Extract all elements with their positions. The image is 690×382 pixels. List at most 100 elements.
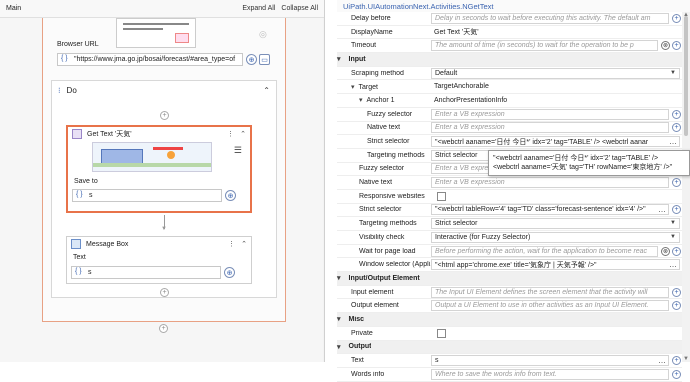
collapse-category-icon[interactable]: ▾ [337,55,341,63]
text-field[interactable]: { } s [71,266,221,279]
plus-menu-icon[interactable]: + [672,41,681,51]
url-browse-button[interactable]: ▭ [259,54,270,65]
category-input[interactable]: ▾ Input [337,53,682,67]
get-text-title: Get Text '天気' [87,131,132,138]
property-name: Responsive websites [359,192,425,200]
property-value-text: AnchorPresentationInfo [434,96,508,104]
property-value-text: Interactive (for Fuzzy Selector) [435,233,531,241]
designer-canvas[interactable]: ◎ Browser URL { } "https://www.jma.go.jp… [0,18,323,362]
save-to-plus-button[interactable]: ⊕ [225,190,236,201]
plus-menu-icon[interactable]: + [672,205,681,215]
property-row-displayname: DisplayName Get Text '天気' [337,26,682,40]
text-plus-button[interactable]: ⊕ [224,267,235,278]
property-value[interactable]: Where to save the words info from text. [431,368,669,380]
collapse-chevron-icon[interactable]: ⌃ [263,86,270,95]
property-value[interactable]: The Input UI Element defines the screen … [431,286,669,298]
plus-menu-icon[interactable]: + [672,123,681,133]
plus-menu-icon[interactable]: + [672,287,681,297]
property-value[interactable] [431,191,680,202]
more-options-icon[interactable]: ⋮ [227,130,234,138]
ellipsis-button[interactable]: … [658,356,666,365]
target-screenshot[interactable] [92,142,212,172]
category-output[interactable]: ▾ Output [337,340,682,355]
property-value[interactable]: Default ▼ [431,67,680,79]
dropdown-arrow-icon[interactable]: ▼ [670,234,676,240]
property-row-input-element: Input element The Input UI Element define… [337,286,682,300]
properties-scrollbar[interactable]: ▲ ▼ [682,12,690,362]
ellipsis-button[interactable]: … [669,137,677,146]
property-value[interactable]: Get Text '天気' [431,27,680,38]
property-value-text: "<webctrl tableRow='4' tag='TD' class='f… [435,206,646,214]
property-value[interactable]: Delay in seconds to wait before executin… [431,12,669,24]
collapse-category-icon[interactable]: ▾ [337,343,341,351]
property-row-responsive-websites: Responsive websites [337,190,682,204]
add-activity-button[interactable]: + [160,111,169,120]
expand-chevron-icon[interactable]: ▾ [351,84,355,91]
expand-chevron-icon[interactable]: ▾ [359,97,363,104]
property-value[interactable]: s… [431,355,669,367]
property-row-strict-selector: Strict selector "<webctrl aaname='日付 今日*'… [337,135,682,149]
property-row-scraping-method: Scraping method Default ▼ [337,67,682,81]
plus-menu-icon[interactable]: + [672,301,681,311]
more-options-icon[interactable]: ⋮ [228,240,235,248]
checkbox[interactable] [437,328,446,338]
dropdown-arrow-icon[interactable]: ▼ [670,220,676,226]
checkbox[interactable] [437,191,446,201]
property-value[interactable]: Strict selector ▼ [431,218,680,230]
scroll-down-icon[interactable]: ▼ [683,356,689,362]
url-plus-button[interactable]: ⊕ [246,54,257,65]
property-value[interactable]: AnchorPresentationInfo [431,95,680,106]
clear-value-icon[interactable]: ⊗ [661,41,670,51]
plus-menu-icon[interactable]: + [672,356,681,366]
message-box-title: Message Box [86,240,129,248]
plus-menu-icon[interactable]: + [672,109,681,119]
add-activity-button[interactable]: + [160,288,169,297]
category-misc[interactable]: ▾ Misc [337,313,682,327]
property-name: Timeout [351,42,377,50]
add-activity-button[interactable]: + [159,324,168,333]
save-to-field[interactable]: { } s [72,189,222,202]
collapse-category-icon[interactable]: ▾ [337,315,341,323]
message-box-activity[interactable]: Message Box ⋮ ⌃ Text { } s ⊕ [66,236,252,284]
property-value[interactable]: Enter a VB expression [431,122,669,134]
hamburger-menu-icon[interactable]: ☰ [234,145,242,156]
property-value[interactable]: Interactive (for Fuzzy Selector) ▼ [431,231,680,243]
property-value-text: Strict selector [435,220,478,228]
collapse-chevron-icon[interactable]: ⌃ [241,240,247,248]
dropdown-arrow-icon[interactable]: ▼ [670,70,676,76]
property-value[interactable]: Enter a VB expression [431,108,669,120]
plus-menu-icon[interactable]: + [672,13,681,23]
property-value[interactable]: Enter a VB expression [431,177,669,189]
collapse-category-icon[interactable]: ▾ [337,274,341,282]
open-browser-scope[interactable]: ◎ Browser URL { } "https://www.jma.go.jp… [42,18,286,322]
category-label: Input/Output Element [348,274,420,282]
property-value[interactable] [431,328,680,339]
collapse-all-link[interactable]: Collapse All [281,5,318,12]
plus-menu-icon[interactable]: + [672,246,681,256]
category-input-output-element[interactable]: ▾ Input/Output Element [337,272,682,286]
property-value[interactable]: "<html app='chrome.exe' title='気象庁 | 天気予… [431,259,680,271]
property-value[interactable]: "<webctrl tableRow='4' tag='TD' class='f… [431,204,669,216]
property-value[interactable]: The amount of time (in seconds) to wait … [431,40,658,52]
browser-url-field[interactable]: { } "https://www.jma.go.jp/bosai/forecas… [57,53,243,66]
ellipsis-button[interactable]: … [658,205,666,214]
clear-value-icon[interactable]: ⊗ [661,246,670,256]
collapse-chevron-icon[interactable]: ⌃ [240,130,246,138]
property-name: ▾ Anchor 1 [359,97,395,105]
do-container[interactable]: ⁝ Do ⌃ + Get Text '天気' ⋮ ⌃ ☰ Save to {}… [51,80,277,298]
scrollbar-thumb[interactable] [684,16,688,136]
property-value[interactable]: Output a UI Element to use in other acti… [431,300,669,312]
text-value: s [88,269,92,276]
property-value[interactable]: TargetAnchorable [431,81,680,92]
get-text-activity[interactable]: Get Text '天気' ⋮ ⌃ ☰ Save to { } s ⊕ [66,125,252,213]
property-value[interactable]: Before performing the action, wait for t… [431,245,658,257]
property-name: ▾ Target [351,83,378,91]
property-value[interactable]: "<webctrl aaname='日付 今日*' idx='2' tag='T… [431,136,680,148]
property-value-text: s [435,357,439,365]
plus-menu-icon[interactable]: + [672,178,681,188]
properties-panel: UiPath.UIAutomationNext.Activities.NGetT… [337,0,690,382]
plus-menu-icon[interactable]: + [672,369,681,379]
ellipsis-button[interactable]: … [669,260,677,269]
target-icon[interactable]: ◎ [259,29,267,40]
expand-all-link[interactable]: Expand All [242,5,275,12]
